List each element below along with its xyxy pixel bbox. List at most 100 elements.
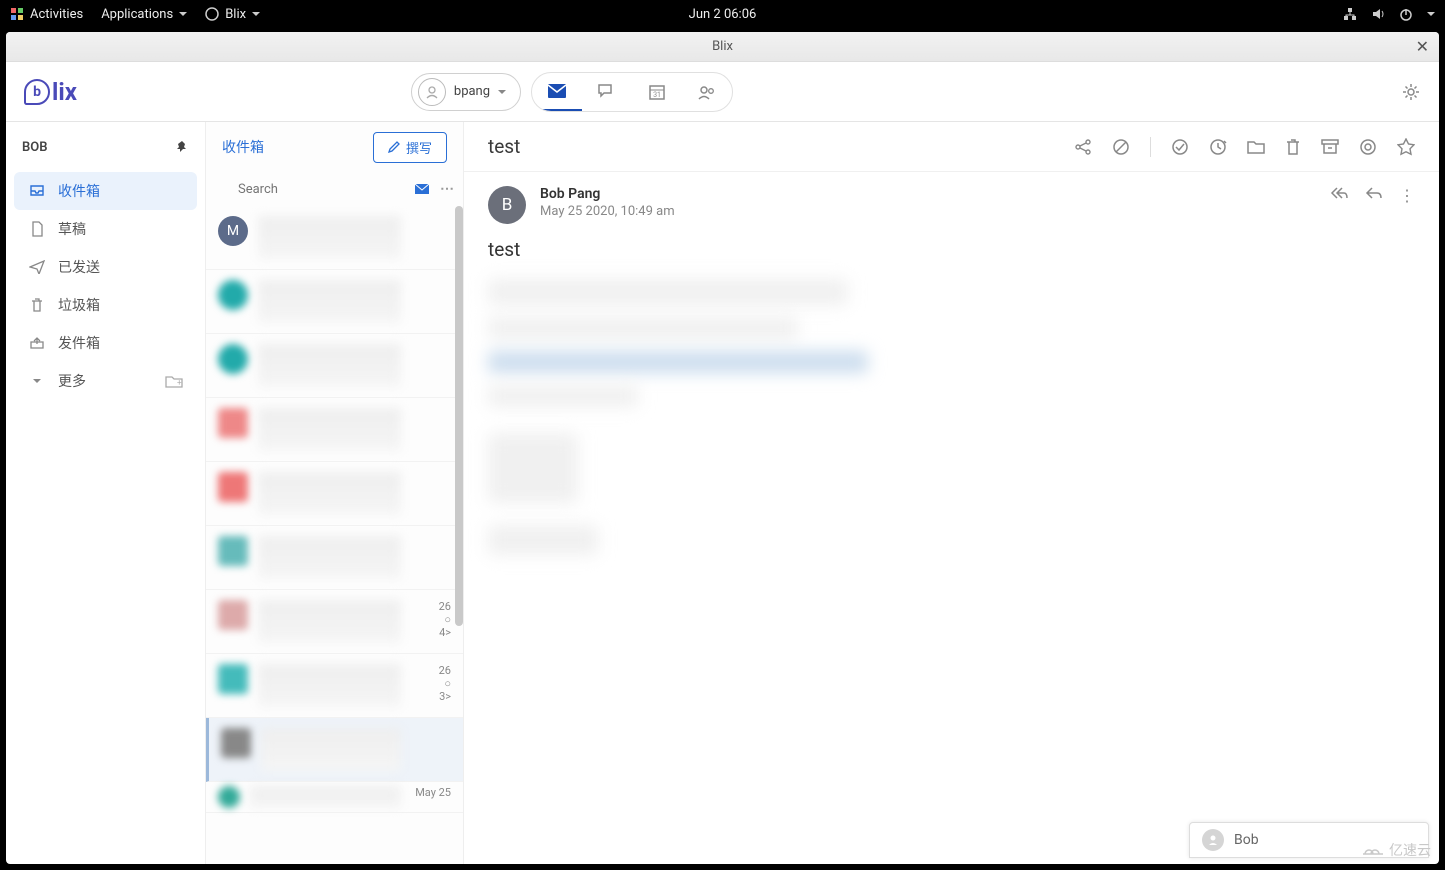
settings-button[interactable] xyxy=(1401,82,1421,102)
folder-inbox[interactable]: 收件箱 xyxy=(14,172,197,210)
app-menu[interactable]: Blix xyxy=(205,7,260,22)
reply-button[interactable] xyxy=(1365,186,1383,205)
pin-button[interactable] xyxy=(175,140,189,154)
separator xyxy=(1150,137,1151,157)
message-item[interactable] xyxy=(206,398,463,462)
message-item[interactable] xyxy=(206,526,463,590)
message-more-button[interactable]: ⋮ xyxy=(1399,186,1415,205)
window-close-button[interactable]: ✕ xyxy=(1416,37,1429,56)
sender-name: Bob Pang xyxy=(540,186,675,202)
chat-avatar-icon xyxy=(1202,829,1224,851)
block-icon xyxy=(1112,138,1130,156)
share-button[interactable] xyxy=(1074,138,1092,156)
folder-outbox[interactable]: 发件箱 xyxy=(6,324,205,362)
account-switcher[interactable]: bpang xyxy=(411,73,521,111)
chat-icon xyxy=(597,83,617,101)
message-item[interactable] xyxy=(206,334,463,398)
mark-unread-button[interactable] xyxy=(1359,138,1377,156)
inbox-icon xyxy=(28,184,46,198)
compose-button[interactable]: 撰写 xyxy=(373,132,447,163)
gear-icon xyxy=(1401,82,1421,102)
volume-icon[interactable] xyxy=(1371,7,1385,21)
message-date xyxy=(411,216,451,259)
message-item[interactable]: 26○3> xyxy=(206,654,463,718)
avatar xyxy=(218,408,248,438)
applications-menu[interactable]: Applications xyxy=(101,7,187,22)
avatar: M xyxy=(218,216,248,246)
reader-actions xyxy=(1074,137,1415,157)
network-icon[interactable] xyxy=(1343,7,1357,21)
add-folder-icon[interactable]: + xyxy=(165,374,183,388)
message-reader: test B Bob Pang May 2 xyxy=(464,122,1439,864)
reply-all-button[interactable] xyxy=(1329,186,1349,205)
app-label: Blix xyxy=(225,7,246,22)
scrollbar-thumb[interactable] xyxy=(455,206,463,626)
chevron-down-icon xyxy=(28,379,46,383)
message-actions: ⋮ xyxy=(1329,186,1415,205)
folder-icon xyxy=(1247,139,1265,155)
archive-button[interactable] xyxy=(1321,139,1339,155)
reply-all-icon xyxy=(1329,186,1349,200)
message-date: May 25 xyxy=(411,786,451,808)
folder-more[interactable]: 更多 + xyxy=(6,362,205,400)
calendar-tab[interactable]: 31 xyxy=(632,73,682,111)
message-date xyxy=(411,408,451,451)
star-button[interactable] xyxy=(1397,138,1415,156)
redacted-content xyxy=(488,433,578,503)
unread-filter-icon[interactable] xyxy=(414,183,430,195)
app-window: Blix ✕ blix bpang 31 xyxy=(6,32,1439,864)
message-list[interactable]: M 26○4> 26○3> May 25 xyxy=(206,206,463,864)
message-item[interactable] xyxy=(206,270,463,334)
redacted-content xyxy=(488,279,848,305)
avatar xyxy=(218,600,248,630)
clock[interactable]: Jun 2 06:06 xyxy=(689,7,757,22)
contacts-tab[interactable] xyxy=(682,73,732,111)
power-icon[interactable] xyxy=(1399,7,1413,21)
folder-drafts[interactable]: 草稿 xyxy=(6,210,205,248)
snooze-button[interactable] xyxy=(1209,138,1227,156)
message-date xyxy=(411,728,451,771)
chat-tab[interactable] xyxy=(582,73,632,111)
spam-button[interactable] xyxy=(1112,138,1130,156)
archive-icon xyxy=(1321,139,1339,155)
account-name: bpang xyxy=(454,84,490,99)
activities-button[interactable]: Activities xyxy=(10,7,83,22)
move-button[interactable] xyxy=(1247,139,1265,155)
search-input[interactable] xyxy=(238,182,404,197)
outbox-icon xyxy=(28,336,46,350)
mail-tab[interactable] xyxy=(532,73,582,111)
message-list-pane: 收件箱 撰写 ⋯ M xyxy=(206,122,464,864)
message-item[interactable]: 26○4> xyxy=(206,590,463,654)
avatar xyxy=(218,664,248,694)
avatar xyxy=(218,344,248,374)
message-item-selected[interactable] xyxy=(206,718,463,782)
chat-widget[interactable]: Bob xyxy=(1189,822,1429,858)
clock-icon xyxy=(1209,138,1227,156)
delete-button[interactable] xyxy=(1285,138,1301,156)
svg-text:31: 31 xyxy=(653,91,661,99)
reader-header: test xyxy=(464,122,1439,172)
avatar xyxy=(218,536,248,566)
list-title: 收件箱 xyxy=(222,137,264,157)
chevron-down-icon[interactable] xyxy=(1427,12,1435,16)
star-icon xyxy=(1397,138,1415,156)
chevron-down-icon xyxy=(498,90,506,94)
draft-icon xyxy=(28,221,46,237)
more-menu-button[interactable]: ⋯ xyxy=(440,181,456,197)
chevron-down-icon xyxy=(179,12,187,16)
check-circle-icon xyxy=(1171,138,1189,156)
sent-icon xyxy=(28,260,46,274)
folder-trash[interactable]: 垃圾箱 xyxy=(6,286,205,324)
window-titlebar[interactable]: Blix ✕ xyxy=(6,32,1439,62)
message-item[interactable]: May 25 xyxy=(206,782,463,813)
message-item[interactable] xyxy=(206,462,463,526)
sidebar-account-header[interactable]: BOB xyxy=(6,122,205,172)
folder-sent[interactable]: 已发送 xyxy=(6,248,205,286)
chevron-down-icon xyxy=(252,12,260,16)
circle-icon xyxy=(1359,138,1377,156)
view-switcher: 31 xyxy=(531,72,733,112)
message-item[interactable]: M xyxy=(206,206,463,270)
mark-done-button[interactable] xyxy=(1171,138,1189,156)
message-meta: B Bob Pang May 25 2020, 10:49 am ⋮ xyxy=(464,172,1439,232)
svg-text:+: + xyxy=(177,378,182,387)
